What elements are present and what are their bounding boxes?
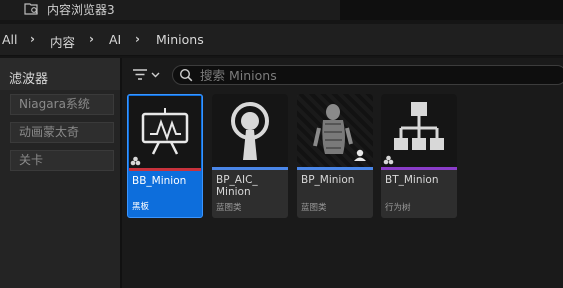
asset-tile-bp-aic-minion[interactable]: BP_AIC_ Minion 蓝图类 [212, 94, 288, 218]
asset-name: BP_AIC_ Minion [216, 174, 258, 198]
asset-name: BP_Minion [301, 174, 355, 186]
asset-name: BB_Minion [132, 175, 187, 187]
filter-item-level[interactable]: 关卡 [10, 150, 114, 171]
breadcrumb-chevron-icon[interactable]: › [30, 32, 35, 46]
folder-search-icon [24, 3, 38, 15]
filter-icon [133, 69, 160, 80]
minion-mesh-thumbnail [313, 104, 366, 161]
class-badge-icon [130, 156, 141, 166]
asset-type-label: 行为树 [385, 203, 411, 213]
breadcrumb-item-minions[interactable]: Minions [156, 32, 204, 47]
ai-controller-icon [231, 102, 269, 160]
filter-panel-title: 滤波器 [9, 72, 49, 87]
asset-type-color-bar [212, 167, 288, 170]
filter-panel-header: 滤波器 [0, 58, 120, 90]
asset-thumbnail [297, 94, 373, 167]
class-badge-icon [383, 155, 394, 165]
filter-item-anim-montage[interactable]: 动画蒙太奇 [10, 122, 114, 143]
filter-item-niagara[interactable]: Niagara系统 [10, 94, 114, 115]
content-browser-tab[interactable]: 内容浏览器3 [0, 0, 340, 20]
breadcrumb-item-content[interactable]: 内容 [50, 32, 75, 51]
tab-title: 内容浏览器3 [47, 3, 115, 17]
asset-type-label: 蓝图类 [216, 203, 242, 213]
title-bar: 内容浏览器3 [0, 0, 563, 20]
asset-type-color-bar [129, 168, 201, 171]
filter-dropdown-button[interactable] [130, 66, 164, 84]
asset-type-color-bar [381, 167, 457, 170]
asset-tile-bp-minion[interactable]: BP_Minion 蓝图类 [297, 94, 373, 218]
breadcrumb: All › 内容 › AI › Minions [0, 24, 563, 56]
asset-view: BB_Minion 黑板 BP_AIC_ Minion 蓝图类 [122, 58, 563, 288]
asset-type-label: 蓝图类 [301, 203, 327, 213]
asset-tile-bt-minion[interactable]: BT_Minion 行为树 [381, 94, 457, 218]
asset-name: BT_Minion [385, 174, 439, 186]
breadcrumb-chevron-icon[interactable]: › [89, 32, 94, 46]
breadcrumb-item-all[interactable]: All [2, 32, 18, 47]
breadcrumb-chevron-icon[interactable]: › [135, 32, 140, 46]
breadcrumb-item-ai[interactable]: AI [109, 32, 121, 47]
asset-type-color-bar [297, 167, 373, 170]
filter-panel: 滤波器 Niagara系统 动画蒙太奇 关卡 [0, 58, 122, 288]
search-icon [179, 68, 193, 82]
asset-thumbnail [212, 94, 288, 167]
search-box[interactable] [172, 65, 563, 85]
asset-tile-bb-minion[interactable]: BB_Minion 黑板 [127, 94, 203, 218]
search-input[interactable] [200, 67, 540, 83]
asset-type-label: 黑板 [132, 202, 150, 212]
